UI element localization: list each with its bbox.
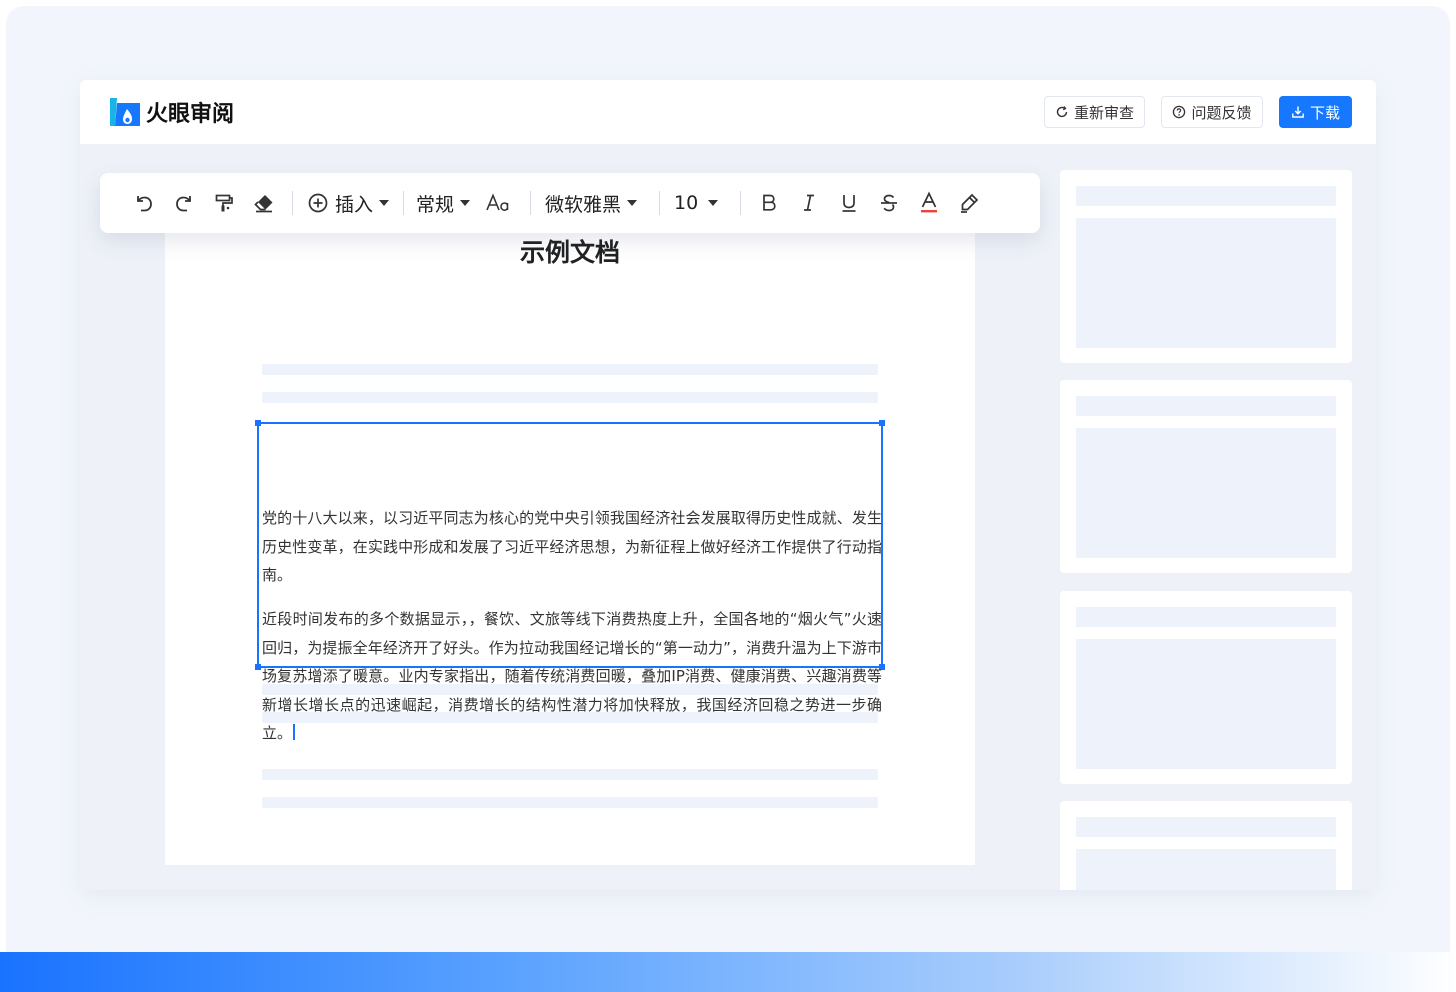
app-header: 火眼审阅 重新审查 问题反馈 下载 [80, 80, 1376, 144]
sidebar-card [1060, 380, 1352, 573]
placeholder-line [262, 797, 878, 808]
placeholder-line [262, 684, 878, 695]
insert-label: 插入 [335, 193, 374, 216]
resize-handle-bottom-left[interactable] [255, 664, 261, 670]
help-circle-icon [1173, 105, 1186, 119]
underline-icon [842, 195, 856, 212]
download-label: 下载 [1309, 103, 1340, 122]
skeleton-block [1076, 218, 1336, 348]
skeleton-bar [1076, 186, 1336, 206]
format-toolbar: 插入 常规 微软雅黑 10 [100, 173, 1040, 233]
redo-button[interactable] [164, 183, 204, 223]
download-icon [1292, 106, 1304, 118]
text-cursor [293, 724, 296, 740]
recheck-button[interactable]: 重新审查 [1044, 96, 1145, 128]
resize-handle-top-right[interactable] [879, 420, 885, 426]
paragraph-style-dropdown[interactable]: 常规 [412, 183, 474, 223]
logo: 火眼审阅 [108, 94, 234, 130]
eraser-icon [254, 195, 273, 213]
toolbar-divider [530, 191, 532, 215]
font-family-label: 微软雅黑 [545, 193, 622, 216]
text-size-button[interactable] [474, 183, 522, 223]
bold-button[interactable] [749, 183, 789, 223]
highlight-button[interactable] [949, 183, 989, 223]
clear-format-button[interactable] [244, 183, 284, 223]
highlighter-icon [961, 193, 979, 213]
strikethrough-icon [881, 194, 898, 212]
paragraph-2[interactable]: 近段时间发布的多个数据显示，，餐饮、文旅等线下消费热度上升，全国各地的“烟火气”… [262, 605, 882, 748]
chevron-down-icon [460, 200, 471, 206]
format-painter-icon [215, 194, 233, 212]
refresh-icon [1056, 106, 1068, 118]
document-page[interactable]: 示例文档 党的十八大以来，以习近平同志为核心的党中央引领我国经济社会发展取得历史… [165, 215, 975, 865]
font-size-label: 10 [674, 192, 699, 214]
chevron-down-icon [708, 200, 719, 206]
text-size-icon [486, 193, 509, 211]
underline-button[interactable] [829, 183, 869, 223]
toolbar-divider [659, 191, 661, 215]
insert-dropdown[interactable]: 插入 [301, 183, 395, 223]
redo-icon [176, 196, 191, 212]
undo-button[interactable] [124, 183, 164, 223]
font-size-dropdown[interactable]: 10 [668, 183, 724, 223]
feedback-label: 问题反馈 [1191, 103, 1252, 122]
italic-icon [804, 194, 815, 211]
document-title: 示例文档 [519, 238, 620, 267]
placeholder-line [262, 712, 878, 723]
paragraph-style-label: 常规 [416, 193, 455, 216]
sidebar-card [1060, 170, 1352, 363]
font-family-dropdown[interactable]: 微软雅黑 [539, 183, 643, 223]
skeleton-block [1076, 849, 1336, 890]
skeleton-bar [1076, 396, 1336, 416]
bottom-gradient-bar [0, 952, 1456, 992]
font-color-icon [921, 191, 938, 213]
format-painter-button[interactable] [204, 183, 244, 223]
chevron-down-icon [627, 200, 638, 206]
placeholder-line [262, 392, 878, 403]
bold-icon [763, 194, 776, 211]
italic-button[interactable] [789, 183, 829, 223]
chevron-down-icon [379, 200, 390, 206]
app-window: 火眼审阅 重新审查 问题反馈 下载 示例文档 党的十八大以来，以习近平同志为核心… [80, 80, 1376, 890]
font-color-button[interactable] [909, 183, 949, 223]
plus-circle-icon [308, 193, 328, 213]
skeleton-block [1076, 639, 1336, 769]
toolbar-divider [292, 191, 293, 215]
skeleton-bar [1076, 817, 1336, 837]
toolbar-divider [403, 191, 405, 215]
download-button[interactable]: 下载 [1279, 96, 1352, 128]
skeleton-block [1076, 428, 1336, 558]
recheck-label: 重新审查 [1073, 103, 1134, 122]
logo-mark-icon [108, 95, 142, 129]
skeleton-bar [1076, 607, 1336, 627]
sidebar-card [1060, 801, 1352, 890]
placeholder-line [262, 364, 878, 375]
feedback-button[interactable]: 问题反馈 [1161, 96, 1263, 128]
strikethrough-button[interactable] [869, 183, 909, 223]
logo-text: 火眼审阅 [146, 102, 235, 127]
undo-icon [137, 196, 152, 212]
toolbar-divider [740, 191, 742, 215]
placeholder-line [262, 769, 878, 780]
paragraph-1[interactable]: 党的十八大以来，以习近平同志为核心的党中央引领我国经济社会发展取得历史性成就、发… [262, 504, 882, 590]
resize-handle-top-left[interactable] [255, 420, 261, 426]
sidebar-card [1060, 591, 1352, 784]
